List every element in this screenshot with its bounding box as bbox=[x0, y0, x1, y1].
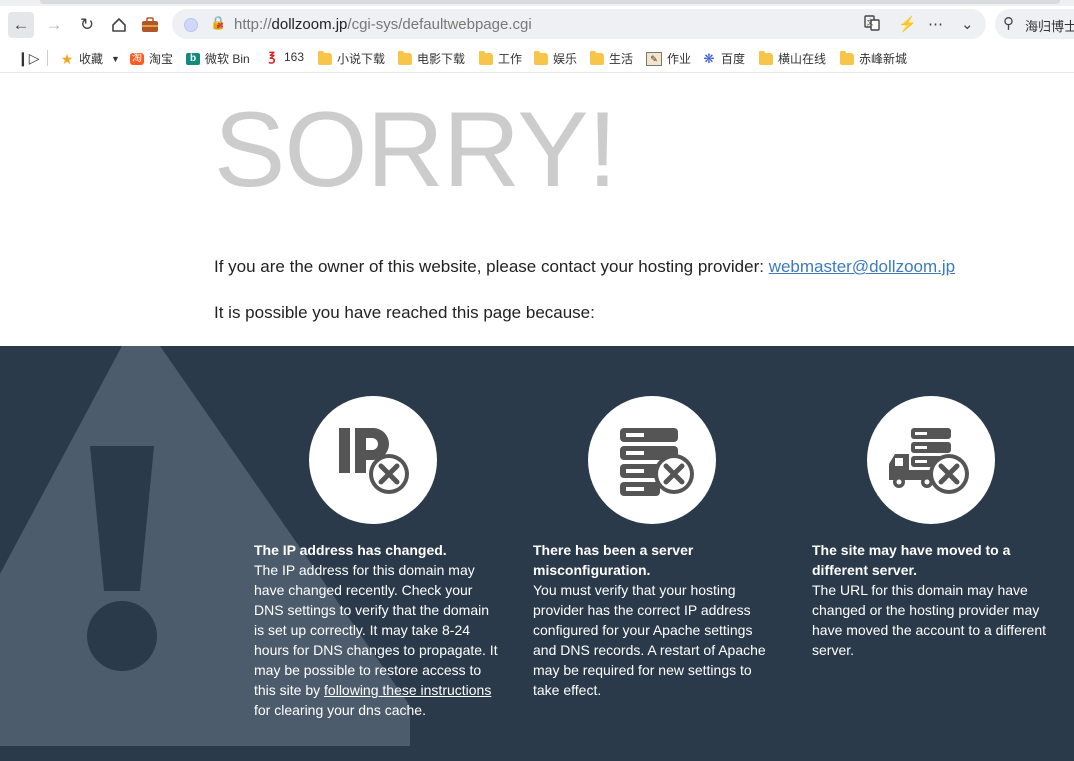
reason-body: The URL for this domain may have changed… bbox=[812, 582, 1047, 658]
star-icon: ★ bbox=[60, 50, 74, 67]
bing-icon: b bbox=[186, 52, 200, 65]
home-button[interactable] bbox=[106, 12, 132, 38]
folder-icon bbox=[398, 50, 412, 65]
svg-text:文: 文 bbox=[867, 18, 874, 27]
reason-heading: The IP address has changed. bbox=[254, 542, 447, 558]
because-heading: It is possible you have reached this pag… bbox=[214, 303, 595, 322]
reason-body: The IP address for this domain may have … bbox=[254, 562, 498, 698]
url-text[interactable]: http://dollzoom.jp/cgi-sys/defaultwebpag… bbox=[234, 16, 532, 33]
bookmarks-divider bbox=[47, 50, 48, 66]
search-icon: ⚲ bbox=[1003, 15, 1014, 32]
folder-icon bbox=[759, 50, 773, 65]
reason-ip-changed: The IP address has changed. The IP addre… bbox=[254, 540, 499, 720]
reason-heading: There has been a server misconfiguration… bbox=[533, 542, 694, 578]
bookmark-bing[interactable]: b 微软 Bin bbox=[186, 50, 250, 67]
server-moved-icon bbox=[867, 396, 995, 524]
folder-icon bbox=[479, 50, 493, 65]
search-box[interactable]: ⚲ 海归博士 bbox=[995, 9, 1074, 39]
tab-scroll-indicator[interactable] bbox=[40, 0, 1060, 4]
dns-instructions-link[interactable]: following these instructions bbox=[324, 682, 491, 698]
folder-icon bbox=[534, 50, 548, 65]
server-error-icon bbox=[588, 396, 716, 524]
briefcase-icon bbox=[142, 17, 158, 32]
bookmarks-bar: ❙▷ ★ 收藏 ▼ 淘淘宝 b 微软 Bin ℥ 163 小说下载 电影下载 工作 娱乐… bbox=[0, 44, 1074, 73]
url-path: /cgi-sys/defaultwebpage.cgi bbox=[347, 16, 532, 33]
folder-icon bbox=[840, 50, 854, 65]
translate-icon[interactable]: 文 bbox=[864, 15, 880, 35]
page-title: SORRY! bbox=[214, 89, 617, 209]
bookmark-hengshan[interactable]: 横山在线 bbox=[759, 50, 826, 67]
owner-message: If you are the owner of this website, pl… bbox=[214, 257, 955, 277]
arrow-left-icon: ← bbox=[12, 15, 30, 34]
back-button[interactable]: ← bbox=[8, 12, 34, 38]
caret-down-icon[interactable]: ▼ bbox=[111, 54, 120, 64]
url-scheme: http:// bbox=[234, 16, 272, 33]
bookmark-favorites[interactable]: ★ 收藏 ▼ bbox=[60, 50, 120, 67]
reason-site-moved: The site may have moved to a different s… bbox=[812, 540, 1057, 660]
bookmark-work[interactable]: 工作 bbox=[479, 50, 522, 67]
bookmark-baidu[interactable]: ❋ 百度 bbox=[702, 50, 745, 67]
address-bar[interactable]: 🔒 ✖ http://dollzoom.jp/cgi-sys/defaultweb… bbox=[172, 9, 986, 39]
bookmark-homework[interactable]: ✎ 作业 bbox=[646, 50, 691, 67]
bookmark-entertainment[interactable]: 娱乐 bbox=[534, 50, 577, 67]
bookmark-taobao[interactable]: 淘淘宝 bbox=[130, 50, 173, 67]
reason-body-after: for clearing your dns cache. bbox=[254, 702, 426, 718]
folder-icon bbox=[590, 50, 604, 65]
baidu-icon: ❋ bbox=[703, 50, 715, 66]
netease-icon: ℥ bbox=[268, 50, 276, 64]
arrow-right-icon: → bbox=[45, 15, 63, 34]
bookmark-movies[interactable]: 电影下载 bbox=[398, 50, 465, 67]
browser-toolbar: ← → ↻ 🔒 ✖ http://dollzoom.jp/cgi-sys/defa… bbox=[0, 6, 1074, 40]
chevron-down-icon[interactable]: ⌄ bbox=[961, 15, 974, 33]
wallet-button[interactable] bbox=[137, 12, 163, 38]
ip-changed-icon bbox=[309, 396, 437, 524]
lightning-icon[interactable]: ⚡ bbox=[898, 15, 917, 33]
reasons-panel: The IP address has changed. The IP addre… bbox=[0, 346, 1074, 761]
homework-icon: ✎ bbox=[646, 51, 662, 66]
folder-icon bbox=[318, 50, 332, 65]
bookmark-novels[interactable]: 小说下载 bbox=[318, 50, 385, 67]
site-shield-icon[interactable] bbox=[184, 18, 198, 32]
contact-email-link[interactable]: webmaster@dollzoom.jp bbox=[769, 257, 955, 276]
reason-heading: The site may have moved to a different s… bbox=[812, 542, 1011, 578]
bookmark-life[interactable]: 生活 bbox=[590, 50, 633, 67]
more-dots-icon[interactable]: ⋯ bbox=[928, 15, 943, 33]
home-icon bbox=[112, 18, 126, 32]
url-domain: dollzoom.jp bbox=[271, 16, 348, 33]
bookmark-163[interactable]: ℥ 163 bbox=[265, 50, 305, 64]
sidebar-toggle-icon[interactable]: ❙▷ bbox=[17, 50, 40, 67]
taobao-icon: 淘 bbox=[130, 52, 144, 65]
reload-icon: ↻ bbox=[79, 15, 95, 34]
owner-text: If you are the owner of this website, pl… bbox=[214, 257, 769, 276]
reason-server-misconfiguration: There has been a server misconfiguration… bbox=[533, 540, 778, 700]
forward-button[interactable]: → bbox=[41, 12, 67, 38]
search-text: 海归博士 bbox=[1025, 19, 1074, 34]
insecure-lock-icon[interactable]: 🔒 ✖ bbox=[210, 15, 226, 31]
bookmark-chifeng[interactable]: 赤峰新城 bbox=[840, 50, 907, 67]
reload-button[interactable]: ↻ bbox=[74, 12, 100, 38]
reason-body: You must verify that your hosting provid… bbox=[533, 582, 766, 698]
